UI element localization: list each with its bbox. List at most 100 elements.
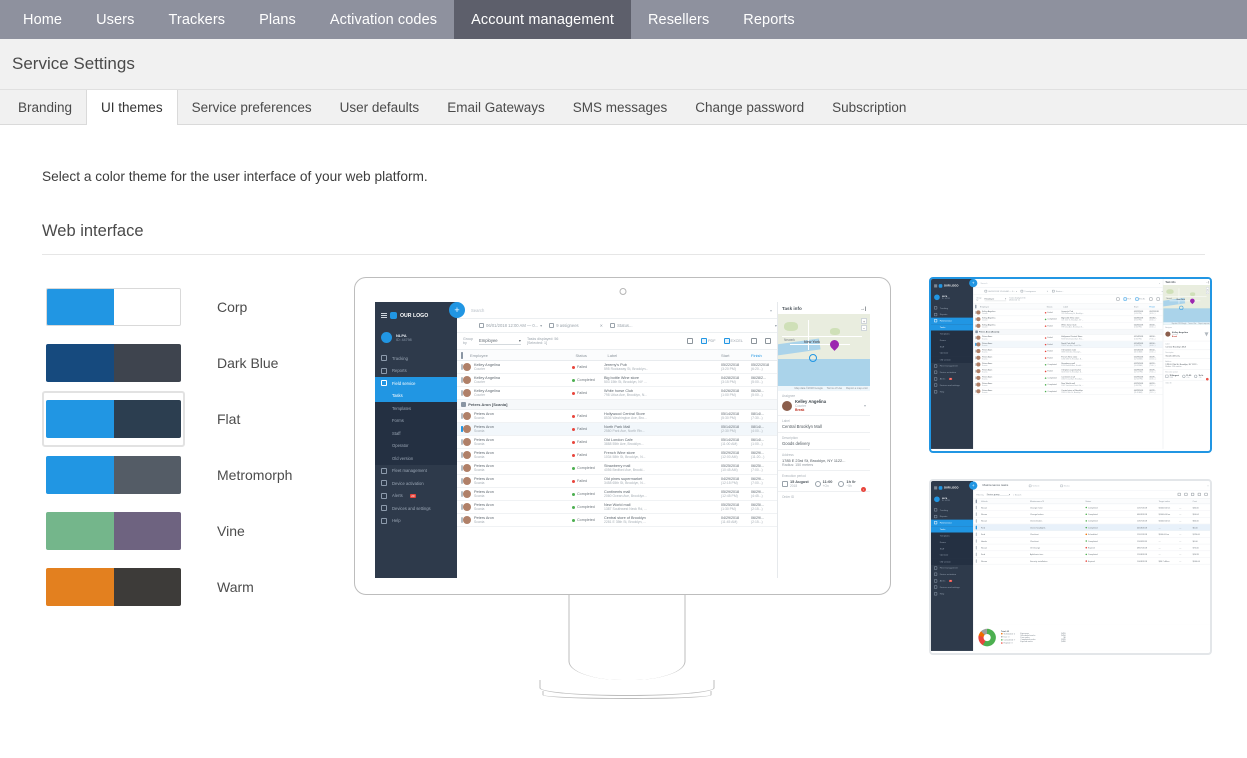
topnav-item-trackers[interactable]: Trackers [151,0,242,39]
table-row[interactable]: Peters Aron Scania Completed Central stor… [973,388,1163,395]
filter-assignees[interactable]: 9 assignees [1020,289,1036,293]
trash-icon[interactable] [1191,492,1195,496]
clear-filter-button[interactable]: ✕ [600,323,604,328]
table-row[interactable]: Peters Aron Scania Failed Old London Cafe… [973,348,1163,355]
zoom-out-icon[interactable]: − [861,325,867,331]
edit-icon[interactable] [1184,492,1188,496]
table-row[interactable]: Ford Check headlights Completed 04/08/20… [973,524,1210,531]
nav-item-reports[interactable]: Reports [375,365,457,378]
table-row[interactable]: Kelley Angelina Courier Completed Big bot… [457,374,777,387]
zoom-out-icon[interactable]: − [1206,290,1210,294]
col-cost[interactable]: Cost [1193,500,1208,503]
tab-subscription[interactable]: Subscription [818,90,920,124]
col-employee[interactable]: Employee [980,305,1047,308]
table-row[interactable]: Nissan Change brakes Completed 08/09/201… [973,511,1210,518]
print-icon[interactable] [1149,297,1153,301]
excel-icon[interactable] [723,338,730,344]
filter-status[interactable]: Status... [1052,289,1064,293]
nav-item-help[interactable]: Help [375,515,457,528]
nav-item-field-service[interactable]: Field service [375,377,457,390]
vehicle-filter[interactable]: Vehicle [1028,484,1039,487]
table-row[interactable]: Kelley Angelina Courier Failed White hors… [973,323,1163,330]
nav-item-tasks[interactable]: Tasks [375,389,457,402]
theme-option-corp[interactable]: Corp [42,279,342,335]
chevron-down-icon[interactable]: ▾ [1159,282,1160,285]
add-task-button[interactable]: + [969,279,978,288]
nav-item-fleet-management[interactable]: Fleet management [375,465,457,478]
table-row[interactable]: Peters Aron Scania Completed Continents m… [973,375,1163,382]
col-employee[interactable]: Employee [470,353,576,358]
topnav-item-activation-codes[interactable]: Activation codes [313,0,454,39]
table-row[interactable]: Peters Aron Scania Failed Hollywood Centr… [973,335,1163,342]
row-checkbox[interactable] [975,545,977,550]
col-target-value[interactable]: Target value [1159,500,1180,503]
col-label[interactable]: Label [608,353,722,358]
table-row[interactable]: Peters Aron Scania Completed Central stor… [457,514,777,527]
theme-swatch[interactable] [42,335,185,391]
pdf-icon[interactable] [700,338,707,344]
gear-icon[interactable] [1204,492,1208,496]
row-checkbox[interactable] [975,505,977,510]
theme-swatch[interactable] [42,391,185,447]
table-row[interactable]: Peters Aron Scania Completed New World ma… [457,501,777,514]
duration-field[interactable]: 1h 0r ~5h [838,479,856,488]
table-row[interactable]: Ford Aphthoeic tires Completed 12/08/201… [973,551,1210,558]
select-all-cell[interactable] [461,351,470,359]
chevron-down-icon[interactable]: ▾ [864,403,866,408]
theme-option-vine[interactable]: Vine [42,503,342,559]
table-row[interactable]: Peters Aron Scania Failed French Wine sto… [457,449,777,462]
nav-item-tracking[interactable]: Tracking [375,352,457,365]
theme-option-dark-blue[interactable]: Dark Blue [42,335,342,391]
add-maintenance-button[interactable]: + [969,481,978,490]
table-row[interactable]: Kelley Angelina Courier Failed White hors… [457,387,777,400]
date-field[interactable]: 15 August 2018 [782,479,809,488]
col-status[interactable]: Status [1047,305,1063,308]
theme-option-warm[interactable]: Warm [42,559,342,615]
table-row[interactable]: Peters Aron Scania Failed Old pines super… [973,368,1163,375]
tab-user-defaults[interactable]: User defaults [326,90,434,124]
table-row[interactable]: Kelley Angelina Courier Failed Jeremy's P… [457,361,777,374]
preview-user[interactable]: NLPA ID: 44798 [931,494,973,505]
row-checkbox[interactable] [975,512,977,516]
map-report-link[interactable]: Report a map error [846,387,868,390]
chevron-down-icon[interactable]: ▾ [770,308,772,313]
collapse-panel-icon[interactable]: →| [1206,281,1209,284]
row-checkbox[interactable] [975,552,977,556]
table-row[interactable]: Peters Aron Scania Failed Old London Cafe… [457,436,777,449]
nav-item-operator[interactable]: Operator [375,439,457,452]
status-filter[interactable]: Status [1060,484,1070,487]
table-row[interactable]: Peters Aron Scania Completed Strawberry m… [973,361,1163,369]
select-all-checkbox[interactable] [975,499,977,503]
row-checkbox[interactable] [975,532,977,536]
table-row[interactable]: Nissan Oil Change Expired 08/07/2018 — —… [973,544,1210,552]
preview-user[interactable]: NLPA ID: 44798 [375,327,457,348]
gear-icon[interactable] [1156,297,1160,301]
map-terms-link[interactable]: Terms of Use [827,387,842,390]
table-row[interactable]: Ford Checkout Scheduled 12/01/2018 $500.… [973,531,1210,538]
topnav-item-users[interactable]: Users [79,0,151,39]
select-all-checkbox[interactable] [975,304,977,309]
duration-field[interactable]: 1h 0r ~5h [1194,374,1203,378]
search-input[interactable]: Search [471,308,770,313]
row-checkbox[interactable] [975,538,977,543]
col-vehicle[interactable]: Vehicle [981,500,1030,503]
table-row[interactable]: Peters Aron Scania Failed North Park Mall… [973,341,1163,349]
map-terms-link[interactable]: Terms of Use [1188,323,1196,325]
add-task-button[interactable]: + [449,302,465,318]
clear-filter-button[interactable]: ✕ [1047,290,1049,293]
menu-icon[interactable] [934,284,938,288]
col-label[interactable]: Label [1063,305,1134,308]
map-view[interactable]: New York Newark + − Map data ©2018 Google… [1163,285,1210,325]
copy-icon[interactable] [1177,492,1181,496]
theme-swatch[interactable] [42,503,185,559]
date-field[interactable]: 15 August 2018 [1165,374,1179,378]
group-by-select[interactable]: Employee ▾ [479,338,521,345]
nav-item-device-activation[interactable]: Device activation [375,477,457,490]
zoom-in-icon[interactable]: + [861,318,867,324]
table-row[interactable]: Peters Aron Scania Failed North Park Mall… [457,423,777,436]
filter-date-range[interactable]: 06/01/2018 12:00 AM — 0... ▾ [479,323,542,328]
select-all-checkbox[interactable] [461,351,463,359]
filter-status[interactable]: Status... [610,323,633,328]
tab-service-preferences[interactable]: Service preferences [178,90,326,124]
topnav-item-account-management[interactable]: Account management [454,0,631,39]
